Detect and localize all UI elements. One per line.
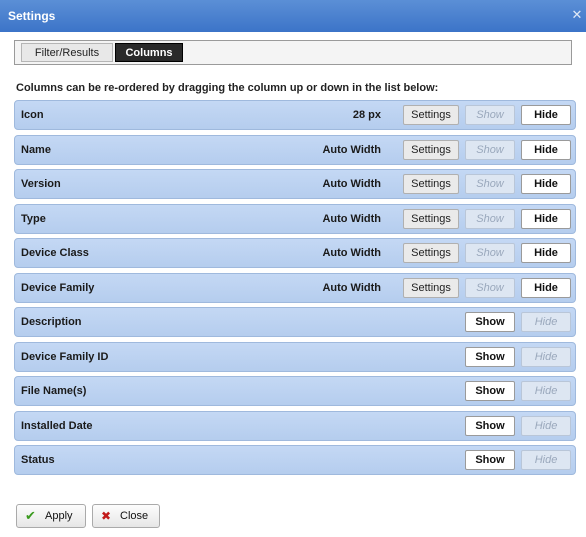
hide-button: Hide <box>521 450 571 470</box>
column-label: Version <box>21 178 61 190</box>
hide-button: Hide <box>521 346 571 367</box>
hide-button[interactable]: Hide <box>521 105 571 125</box>
x-icon: ✖ <box>101 509 112 523</box>
hide-button[interactable]: Hide <box>521 139 571 160</box>
settings-button[interactable]: Settings <box>403 174 459 194</box>
tab-bar: Filter/Results Columns <box>14 40 572 65</box>
close-icon[interactable]: ✕ <box>570 7 584 23</box>
settings-button[interactable]: Settings <box>403 139 459 160</box>
column-row-name[interactable]: Name Auto Width Settings Show Hide <box>14 134 576 165</box>
show-button[interactable]: Show <box>465 381 515 401</box>
hide-button[interactable]: Hide <box>521 208 571 229</box>
dialog-title: Settings <box>8 9 56 23</box>
column-label: Device Class <box>21 247 89 259</box>
column-label: Device Family <box>21 281 95 294</box>
column-row-installed-date[interactable]: Installed Date Show Hide <box>14 410 576 441</box>
column-label: Device Family ID <box>21 350 109 363</box>
settings-dialog: Settings ✕ Filter/Results Columns Column… <box>0 0 586 537</box>
column-row-file-name-s[interactable]: File Name(s) Show Hide <box>14 376 576 406</box>
settings-button[interactable]: Settings <box>403 243 459 263</box>
show-button[interactable]: Show <box>465 415 515 436</box>
show-button[interactable]: Show <box>465 312 515 332</box>
column-width: Auto Width <box>322 212 381 225</box>
column-width: Auto Width <box>322 143 381 156</box>
column-list: Icon 28 px Settings Show Hide Name Auto Width S… <box>14 100 576 480</box>
hide-button: Hide <box>521 415 571 436</box>
show-button: Show <box>465 277 515 298</box>
column-label: Type <box>21 212 46 225</box>
column-row-type[interactable]: Type Auto Width Settings Show Hide <box>14 203 576 234</box>
show-button: Show <box>465 208 515 229</box>
column-row-version[interactable]: Version Auto Width Settings Show Hide <box>14 169 576 199</box>
show-button: Show <box>465 243 515 263</box>
title-bar: Settings ✕ <box>0 0 586 32</box>
hide-button: Hide <box>521 312 571 332</box>
apply-label: Apply <box>45 510 73 522</box>
column-width: Auto Width <box>322 281 381 294</box>
show-button[interactable]: Show <box>465 450 515 470</box>
column-label: Icon <box>21 109 44 121</box>
close-button[interactable]: ✖ Close <box>92 504 160 528</box>
column-row-device-family-id[interactable]: Device Family ID Show Hide <box>14 341 576 372</box>
checkmark-icon: ✔ <box>25 508 36 523</box>
tab-filter-results[interactable]: Filter/Results <box>21 43 113 62</box>
instructions-text: Columns can be re-ordered by dragging th… <box>16 82 439 94</box>
hide-button: Hide <box>521 381 571 401</box>
hide-button[interactable]: Hide <box>521 174 571 194</box>
column-row-device-class[interactable]: Device Class Auto Width Settings Show Hide <box>14 238 576 268</box>
column-row-device-family[interactable]: Device Family Auto Width Settings Show Hide <box>14 272 576 303</box>
tab-columns[interactable]: Columns <box>115 43 183 62</box>
hide-button[interactable]: Hide <box>521 277 571 298</box>
column-label: Name <box>21 143 51 156</box>
show-button: Show <box>465 174 515 194</box>
column-label: Description <box>21 316 82 328</box>
apply-button[interactable]: ✔ Apply <box>16 504 86 528</box>
show-button: Show <box>465 105 515 125</box>
close-label: Close <box>120 510 149 522</box>
column-row-status[interactable]: Status Show Hide <box>14 445 576 475</box>
settings-button[interactable]: Settings <box>403 277 459 298</box>
dialog-footer: ✔ Apply ✖ Close <box>0 496 586 537</box>
settings-button[interactable]: Settings <box>403 208 459 229</box>
column-row-description[interactable]: Description Show Hide <box>14 307 576 337</box>
column-width: Auto Width <box>322 247 381 259</box>
column-width: 28 px <box>352 109 381 121</box>
hide-button[interactable]: Hide <box>521 243 571 263</box>
column-label: Status <box>21 454 55 466</box>
settings-button[interactable]: Settings <box>403 105 459 125</box>
column-label: Installed Date <box>21 419 93 432</box>
column-width: Auto Width <box>322 178 381 190</box>
show-button: Show <box>465 139 515 160</box>
column-label: File Name(s) <box>21 385 87 397</box>
show-button[interactable]: Show <box>465 346 515 367</box>
column-row-icon[interactable]: Icon 28 px Settings Show Hide <box>14 100 576 130</box>
